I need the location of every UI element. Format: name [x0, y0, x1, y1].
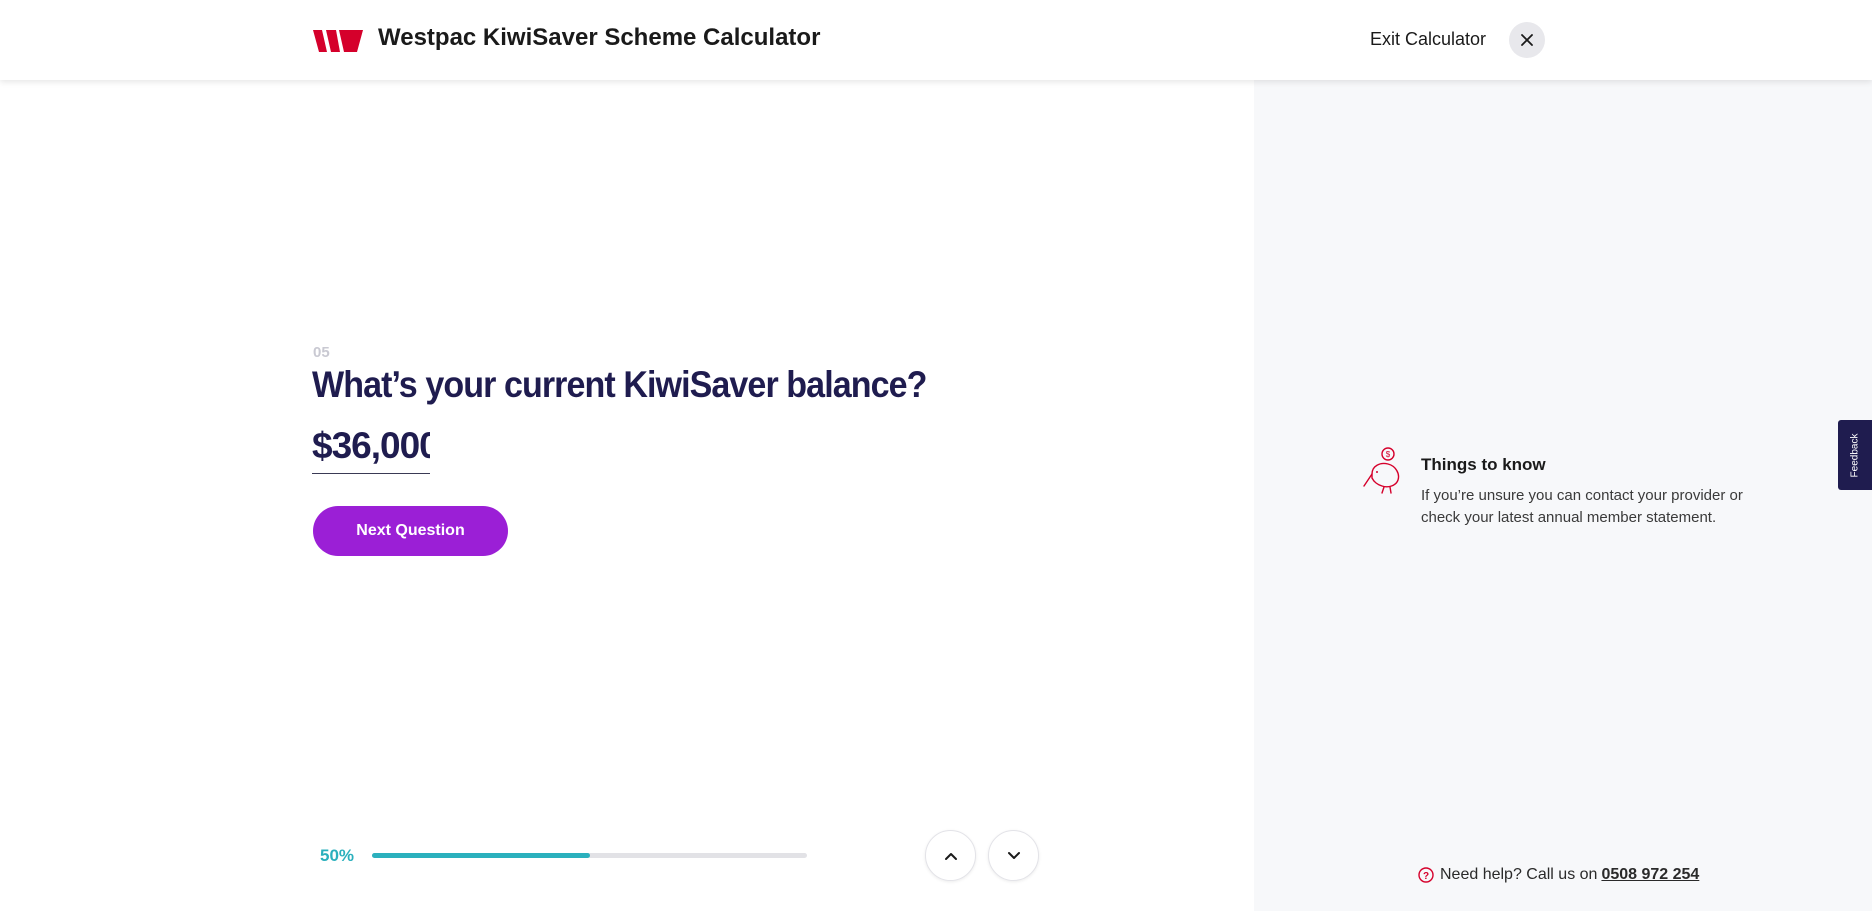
help-text: Need help? Call us on: [1440, 866, 1598, 883]
help-line: ? Need help? Call us on 0508 972 254: [1418, 866, 1699, 884]
help-icon: ?: [1418, 867, 1434, 883]
close-icon: [1521, 34, 1533, 46]
previous-question-button[interactable]: [925, 830, 976, 881]
next-question-button[interactable]: Next Question: [313, 506, 508, 556]
things-to-know-body: If you’re unsure you can contact your pr…: [1421, 487, 1743, 526]
question-title: What’s your current KiwiSaver balance?: [312, 364, 927, 405]
progress-bar: [372, 853, 807, 858]
chevron-up-icon: [944, 852, 957, 860]
app-title: Westpac KiwiSaver Scheme Calculator: [378, 24, 821, 51]
things-to-know-title: Things to know: [1421, 455, 1546, 474]
westpac-logo-icon: [313, 30, 363, 52]
exit-calculator-link[interactable]: Exit Calculator: [1370, 29, 1486, 50]
help-phone-link[interactable]: 0508 972 254: [1601, 866, 1699, 884]
kiwi-coin-icon: $: [1363, 447, 1400, 494]
chevron-down-icon: [1007, 851, 1020, 859]
feedback-label: Feedback: [1849, 433, 1861, 477]
balance-input[interactable]: [312, 418, 430, 474]
svg-text:?: ?: [1423, 871, 1429, 882]
feedback-tab[interactable]: Feedback: [1838, 420, 1872, 490]
svg-text:$: $: [1386, 450, 1391, 459]
progress-percent: 50%: [320, 846, 355, 865]
next-question-arrow-button[interactable]: [988, 830, 1039, 881]
question-panel: [0, 80, 1254, 911]
app-header: Westpac KiwiSaver Scheme Calculator Exit…: [0, 0, 1872, 80]
progress-bar-fill: [372, 853, 590, 858]
question-number: 05: [313, 344, 330, 361]
close-button[interactable]: [1509, 22, 1545, 58]
